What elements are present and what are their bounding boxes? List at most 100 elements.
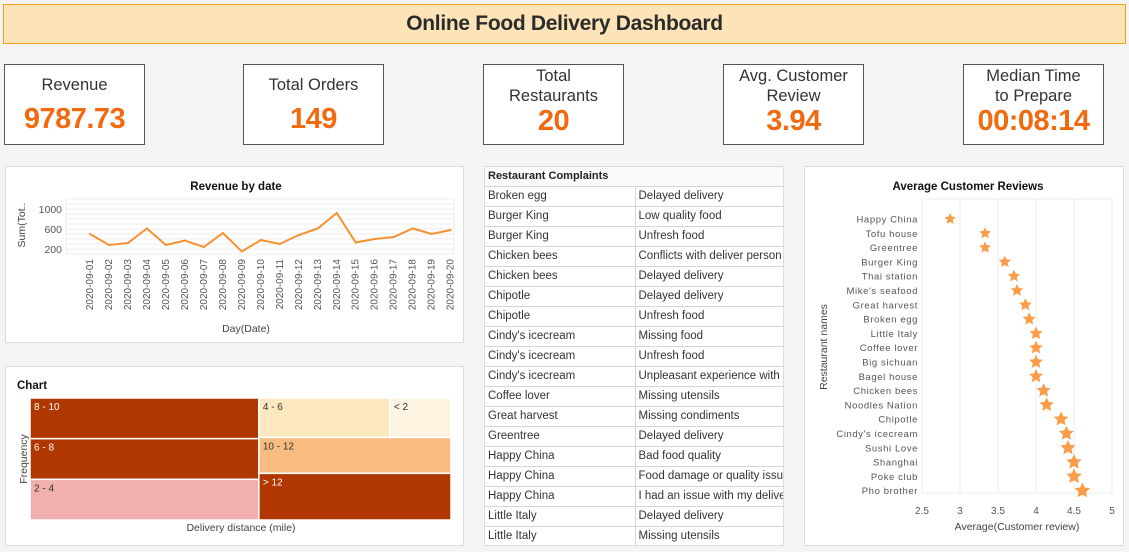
complaint-cell: Low quality food (635, 206, 783, 227)
table-row[interactable]: Chipotle Delayed delivery (485, 286, 783, 307)
restaurant-cell: Burger King (485, 206, 636, 227)
star-marker[interactable] (1060, 439, 1076, 455)
star-marker[interactable] (1058, 425, 1074, 440)
treemap-cell[interactable] (29, 478, 260, 521)
treemap-cell-label: 6 - 8 (34, 443, 54, 454)
x-tick-label: 2020-09-05 (161, 259, 172, 311)
table-row[interactable]: Great harvest Missing condiments (485, 406, 783, 427)
data-point (164, 244, 167, 246)
star-marker[interactable] (1010, 283, 1024, 296)
table-row[interactable]: Chicken bees Delayed delivery (485, 266, 783, 287)
table-row[interactable]: Happy China Bad food quality (485, 446, 783, 467)
kpi-avg-review: Avg. Customer Review 3.94 (723, 64, 864, 145)
y-tick-label: Poke club (871, 472, 918, 483)
star-marker[interactable] (979, 241, 992, 253)
table-row[interactable]: Cindy's icecream Missing food (485, 326, 783, 347)
y-tick-label: Cindy's icecream (836, 429, 918, 440)
x-tick-label: 2020-09-20 (446, 259, 457, 311)
x-tick-label: 2020-09-10 (256, 259, 267, 311)
restaurant-cell: Cindy's icecream (485, 366, 636, 387)
star-marker[interactable] (1018, 298, 1032, 311)
complaint-cell: Unfresh food (635, 226, 783, 247)
star-marker[interactable] (1022, 312, 1036, 325)
x-axis-label: Day(Date) (222, 323, 270, 335)
data-point (278, 243, 281, 245)
table-row[interactable]: Burger King Unfresh food (485, 226, 783, 247)
star-marker[interactable] (1074, 482, 1091, 498)
restaurant-cell: Coffee lover (485, 386, 636, 407)
table-header-row: Restaurant Complaints (485, 167, 783, 187)
complaint-cell: Delayed delivery (635, 186, 783, 207)
treemap-cell[interactable] (258, 472, 452, 521)
y-tick-label: Pho brother (862, 486, 918, 497)
x-tick-label: 2020-09-07 (199, 259, 210, 311)
table-row[interactable]: Little Italy Missing utensils (485, 526, 783, 545)
plot-area (65, 198, 455, 255)
treemap-cell-label: 4 - 6 (263, 402, 283, 413)
complaint-cell: I had an issue with my delivery partner (635, 486, 783, 507)
treemap-cell-label: 10 - 12 (263, 441, 295, 452)
restaurant-cell: Happy China (485, 446, 636, 467)
table-row[interactable]: Coffee lover Missing utensils (485, 386, 783, 407)
complaint-cell: Food damage or quality issue (635, 466, 783, 487)
y-tick-label: Thai station (862, 272, 918, 283)
x-tick-label: 4 (1033, 506, 1039, 517)
treemap-cell-label: < 2 (394, 402, 409, 413)
treemap-cell[interactable] (29, 437, 260, 481)
data-point (89, 233, 91, 235)
table-row[interactable]: Happy ChinaI had an issue with my delive… (485, 486, 783, 507)
complaint-cell: Conflicts with deliver person (635, 246, 783, 267)
x-tick-label: 2020-09-16 (370, 259, 381, 311)
x-tick-label: 2020-09-06 (180, 259, 191, 311)
table-row[interactable]: Cindy's icecream Unpleasant experience wi… (485, 366, 783, 387)
x-tick-label: 2020-09-08 (218, 259, 229, 311)
star-marker[interactable] (979, 227, 991, 239)
star-marker[interactable] (998, 255, 1011, 268)
star-marker[interactable] (1053, 411, 1069, 426)
table-row[interactable]: Burger King Low quality food (485, 206, 783, 227)
table-row[interactable]: Cindy's icecream Unfresh food (485, 346, 783, 367)
dashboard-title: Online Food Delivery Dashboard (406, 12, 723, 35)
y-tick-label: 200 (44, 244, 62, 256)
table-row[interactable]: Chicken bees Conflicts with deliver perso… (485, 246, 783, 267)
star-marker[interactable] (1036, 383, 1051, 397)
treemap-cell[interactable] (29, 397, 260, 440)
treemap-cell-label: > 12 (263, 477, 283, 488)
x-tick-label: 4.5 (1067, 506, 1081, 517)
kpi-value: 00:08:14 (977, 105, 1090, 137)
data-point (221, 232, 224, 234)
table-row[interactable]: Little Italy Delayed delivery (485, 506, 783, 527)
revenue-by-date-panel: Revenue by date Sum(Tot.. Day(Date) 200 6… (5, 166, 464, 343)
star-marker[interactable] (1007, 269, 1021, 282)
restaurant-cell: Great harvest (485, 406, 636, 427)
table-row[interactable]: Broken egg Delayed delivery (485, 186, 783, 207)
data-point (392, 236, 395, 238)
x-tick-label: 2.5 (915, 506, 929, 517)
table-row[interactable]: Chipotle Unfresh food (485, 306, 783, 327)
complaint-cell: Delayed delivery (635, 506, 783, 527)
kpi-revenue: Revenue 9787.73 (4, 64, 145, 145)
complaint-cell: Delayed delivery (635, 426, 783, 447)
x-tick-label: 2020-09-02 (104, 259, 115, 311)
y-tick-label: Chicken bees (853, 386, 918, 397)
complaint-cell: Unfresh food (635, 306, 783, 327)
y-tick-label: Shanghai (873, 458, 918, 469)
kpi-median-prep-time: Median Time to Prepare 00:08:14 (963, 64, 1104, 145)
kpi-label: Total Orders (268, 76, 359, 94)
table-row[interactable]: Greentree Delayed delivery (485, 426, 783, 447)
x-tick-label: 2020-09-04 (142, 259, 153, 311)
complaint-cell: Delayed delivery (635, 286, 783, 307)
star-marker[interactable] (1039, 397, 1054, 412)
y-tick-label: 600 (44, 224, 62, 236)
x-tick-label: 2020-09-01 (85, 259, 96, 311)
kpi-label: Median Time to Prepare (986, 67, 1081, 105)
star-marker[interactable] (944, 213, 956, 224)
complaint-cell: Missing condiments (635, 406, 783, 427)
delivery-distance-treemap: Chart Frequency Delivery distance (mile)… (17, 380, 452, 534)
x-tick-label: 2020-09-14 (332, 259, 343, 311)
table-row[interactable]: Happy China Food damage or quality issue (485, 466, 783, 487)
y-tick-label: Coffee lover (860, 343, 918, 354)
x-axis-label: Delivery distance (mile) (186, 522, 295, 534)
y-tick-label: Little Italy (871, 329, 918, 340)
treemap-cell-label: 2 - 4 (34, 483, 54, 494)
